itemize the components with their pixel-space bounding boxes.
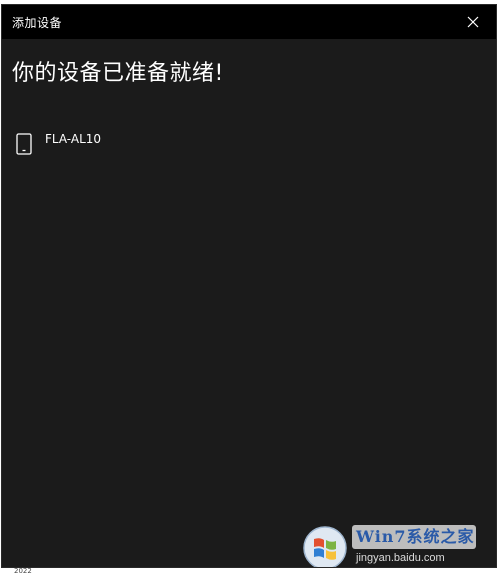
watermark-url: jingyan.baidu.com [356, 552, 445, 564]
window-title: 添加设备 [12, 16, 63, 30]
watermark-brand: Win7系统之家 [352, 525, 476, 549]
device-item-fla-al10[interactable]: FLA-AL10 [8, 123, 308, 167]
watermark: Win7系统之家 jingyan.baidu.com [302, 523, 482, 567]
page-heading: 你的设备已准备就绪! [12, 61, 224, 86]
device-name: FLA-AL10 [45, 132, 102, 146]
phone-icon [16, 133, 32, 155]
footer-text: 2022 [14, 567, 32, 575]
titlebar: 添加设备 [2, 5, 496, 39]
add-device-window: 添加设备 你的设备已准备就绪! FLA-AL10 Win7系统之家 jingya… [1, 4, 497, 568]
close-icon [467, 16, 479, 28]
windows-logo-icon [303, 526, 347, 567]
close-button[interactable] [450, 5, 496, 39]
